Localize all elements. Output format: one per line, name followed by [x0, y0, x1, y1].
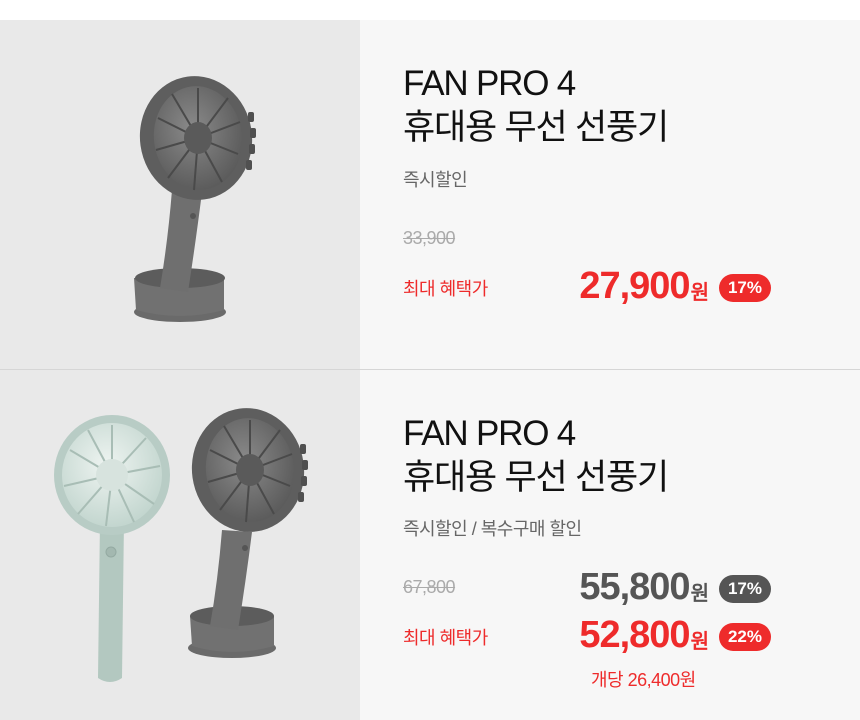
- original-price: 67,800: [403, 577, 456, 597]
- currency-unit: 원: [690, 630, 709, 653]
- discount-badge: 22%: [718, 623, 771, 651]
- product-list-page: FAN PRO 4 휴대용 무선 선풍기 즉시할인 33,900 최대 혜택가 …: [0, 0, 860, 720]
- original-price: 33,900: [403, 228, 456, 248]
- product-info: FAN PRO 4 휴대용 무선 선풍기 즉시할인 33,900 최대 혜택가 …: [403, 20, 843, 369]
- product-title-line1: FAN PRO 4: [403, 64, 576, 103]
- sale-price: 55,800: [579, 566, 690, 608]
- fan-gray-product-image: [134, 76, 256, 322]
- product-card-2[interactable]: FAN PRO 4 휴대용 무선 선풍기 즉시할인 / 복수구매 할인 67,8…: [0, 370, 860, 720]
- sale-discount-badge: 17%: [718, 575, 771, 603]
- fan-mint-product-image: [54, 408, 308, 682]
- discount-badge: 17%: [718, 274, 771, 302]
- product-info: FAN PRO 4 휴대용 무선 선풍기 즉시할인 / 복수구매 할인 67,8…: [403, 370, 843, 720]
- per-unit-price: 개당 26,400원: [591, 670, 696, 690]
- final-price: 27,900: [579, 265, 690, 307]
- discount-type-label: 즉시할인: [403, 170, 468, 190]
- sale-price-row: 55,800 원 17%: [579, 567, 771, 607]
- product-card-1[interactable]: FAN PRO 4 휴대용 무선 선풍기 즉시할인 33,900 최대 혜택가 …: [0, 20, 860, 369]
- product-image-panel: [0, 370, 360, 720]
- product-image-panel: [0, 20, 360, 369]
- final-price-row: 52,800 원 22%: [579, 615, 771, 655]
- max-benefit-label: 최대 혜택가: [403, 279, 488, 299]
- final-price: 52,800: [579, 614, 690, 656]
- product-title-line2: 휴대용 무선 선풍기: [403, 108, 669, 147]
- product-title-line1: FAN PRO 4: [403, 414, 576, 453]
- currency-unit: 원: [690, 582, 709, 605]
- max-benefit-label: 최대 혜택가: [403, 628, 488, 648]
- currency-unit: 원: [690, 281, 709, 304]
- discount-type-label: 즉시할인 / 복수구매 할인: [403, 519, 582, 539]
- product-title-line2: 휴대용 무선 선풍기: [403, 458, 669, 497]
- final-price-row: 27,900 원 17%: [579, 266, 771, 306]
